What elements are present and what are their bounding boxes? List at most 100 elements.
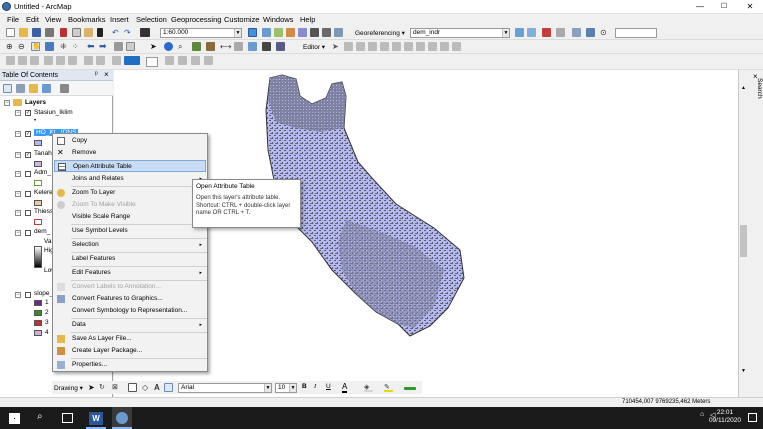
menu-item-remove[interactable]: ✕ Remove [54,147,206,159]
rotate-tool-icon[interactable] [416,42,425,51]
identify-icon[interactable]: ⊙ [600,28,609,37]
copy-icon[interactable] [72,28,81,37]
toc-root-layers[interactable]: Layers [25,99,46,106]
list-by-drawing-order-icon[interactable] [3,84,12,93]
layer-visibility-checkbox[interactable] [25,210,31,216]
collapse-icon[interactable]: − [15,171,21,177]
layer-tool-2-icon[interactable] [18,56,27,65]
reshape-icon[interactable] [380,42,389,51]
font-size-select[interactable]: 10 ▼ [275,383,297,393]
new-document-icon[interactable] [6,28,15,37]
pan-icon[interactable]: ✋ [31,42,41,51]
attributes-icon[interactable] [428,42,437,51]
georef-rotate-icon[interactable] [515,28,524,37]
menu-item-save-as-layer-file[interactable]: Save As Layer File... [54,333,206,345]
arctoolbox-icon[interactable] [298,28,307,37]
layer-tool-6-icon[interactable] [68,56,77,65]
menu-item-properties[interactable]: Properties... [54,359,206,371]
notification-icon[interactable] [748,413,757,422]
find-binoculars-icon[interactable]: ⌕ [178,42,187,51]
fill-color-icon[interactable]: ◈ [364,383,373,392]
font-color-button[interactable]: A [342,382,348,393]
line-color-icon[interactable]: ✎ [384,383,393,392]
toc-layer-tanah[interactable]: Tanah [34,150,52,157]
zoom-whole-page-icon[interactable]: ⊠ [112,383,121,392]
select-elements-icon[interactable]: ➤ [88,383,97,392]
underline-button[interactable]: U [326,383,331,390]
map-scale-combo[interactable]: 1:60.000 ▼ [160,28,242,38]
model-builder-icon[interactable] [322,28,331,37]
menu-item-selection[interactable]: Selection ▸ [54,239,206,251]
pin-icon[interactable]: ᵖ [95,71,98,78]
layer-visibility-checkbox[interactable]: ✓ [25,131,31,137]
layer-tool-7-icon[interactable] [84,56,93,65]
network-icon[interactable]: ⌂ [700,411,704,418]
go-back-icon[interactable]: ⬅ [87,42,96,51]
magnifier-window-icon[interactable] [586,28,595,37]
layer-tool-9-icon[interactable] [112,56,121,65]
menu-item-copy[interactable]: Copy [54,135,206,147]
scroll-thumb[interactable] [740,225,747,257]
open-folder-icon[interactable] [19,28,28,37]
toc-layer-stasiun-iklim[interactable]: Stasiun_Iklim [34,109,73,116]
html-popup-icon[interactable] [248,42,257,51]
layer-tool-5-icon[interactable] [56,56,65,65]
menu-item-edit-features[interactable]: Edit Features ▸ [54,267,206,279]
menu-edit[interactable]: Edit [26,15,39,24]
catalog-window-icon[interactable] [274,28,283,37]
redo-icon[interactable]: ↷ [124,28,133,37]
menu-view[interactable]: View [45,15,61,24]
toc-layer-thiess[interactable]: Thiess [34,208,53,215]
menu-item-create-layer-package[interactable]: Create Layer Package... [54,345,206,357]
system-clock[interactable]: 22:01 09/11/2020 [709,409,741,425]
toc-options-icon[interactable] [60,84,69,93]
viewer-icon[interactable] [572,28,581,37]
georeferencing-menu[interactable]: Georeferencing ▾ [355,29,405,37]
split-tool-icon[interactable] [404,42,413,51]
menu-customize[interactable]: Customize [224,15,259,24]
time-slider-icon[interactable] [262,42,271,51]
zoom-out-icon[interactable]: ⊖ [18,42,27,51]
menu-item-visible-scale-range[interactable]: Visible Scale Range [54,211,206,223]
task-view-icon[interactable] [62,413,73,423]
toc-layer-slope[interactable]: slope_ [34,290,53,297]
layer-tool-3-icon[interactable] [30,56,39,65]
menu-item-joins-and-relates[interactable]: Joins and Relates▸ [54,173,206,185]
menu-item-zoom-to-layer[interactable]: Zoom To Layer [54,187,206,199]
info-identify-icon[interactable] [164,42,173,51]
menu-item-open-attribute-table[interactable]: Open Attribute Table [54,160,206,172]
layer-tool-11-icon[interactable] [178,56,187,65]
find-route-icon[interactable] [192,42,201,51]
create-features-icon[interactable] [452,42,461,51]
add-control-points-icon[interactable] [542,28,551,37]
toc-window-icon[interactable] [262,28,271,37]
toc-layer-dem[interactable]: dem_ [34,228,50,235]
sketch-properties-icon[interactable] [440,42,449,51]
layer-visibility-checkbox[interactable]: ✓ [25,152,31,158]
collapse-icon[interactable]: − [15,210,21,216]
edit-annotation-icon[interactable] [344,42,353,51]
menu-windows[interactable]: Windows [263,15,293,24]
polygon-icon[interactable]: ◇ [142,383,151,392]
help-icon[interactable] [334,28,343,37]
layer-visibility-checkbox[interactable] [25,191,31,197]
menu-item-convert-symbology[interactable]: Convert Symbology to Representation... [54,305,206,317]
go-to-xy-icon[interactable] [206,42,215,51]
edit-vertices-icon[interactable] [368,42,377,51]
drawing-menu[interactable]: Drawing ▾ [54,384,83,392]
collapse-icon[interactable]: − [15,191,21,197]
search-icon[interactable]: ⌕ [37,411,43,422]
collapse-icon[interactable]: − [4,100,10,106]
undo-icon[interactable]: ↶ [112,28,121,37]
fixed-zoom-in-icon[interactable]: ⁜ [60,42,69,51]
menu-geoprocessing[interactable]: Geoprocessing [171,15,221,24]
layer-tool-13-icon[interactable] [204,56,213,65]
menu-selection[interactable]: Selection [136,15,167,24]
full-extent-icon[interactable] [45,42,54,51]
layer-visibility-checkbox[interactable] [25,171,31,177]
draw-options-icon[interactable] [164,383,173,392]
menu-file[interactable]: File [7,15,19,24]
cut-icon[interactable] [60,28,67,37]
marker-color-icon[interactable] [404,387,416,390]
add-data-icon[interactable] [140,28,150,37]
